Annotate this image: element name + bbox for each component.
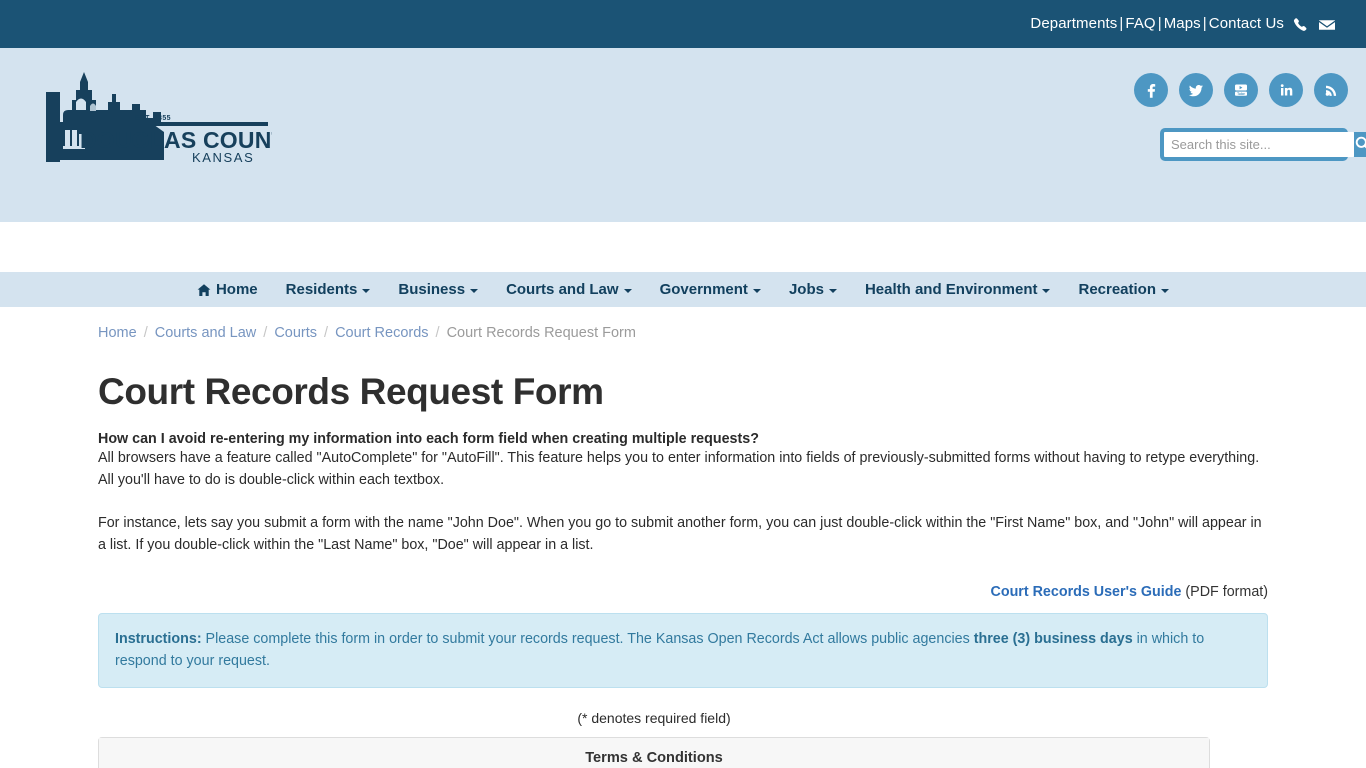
top-link-departments[interactable]: Departments <box>1030 15 1117 32</box>
chevron-down-icon <box>752 288 761 293</box>
phone-icon[interactable] <box>1293 17 1309 33</box>
users-guide-line: Court Records User's Guide (PDF format) <box>98 584 1268 600</box>
nav-item-label: Recreation <box>1078 281 1157 298</box>
top-link-faq[interactable]: FAQ <box>1125 15 1155 32</box>
nav-item-courts-and-law[interactable]: Courts and Law <box>492 281 646 298</box>
breadcrumb-item-courts-and-law[interactable]: Courts and Law <box>155 325 257 341</box>
search-button[interactable] <box>1354 132 1366 157</box>
nav-item-label: Jobs <box>788 281 824 298</box>
social-links: Tube <box>1134 73 1348 107</box>
site-logo[interactable]: EST. 1855 DOUGLAS COUNTY KANSAS <box>22 60 272 168</box>
youtube-icon[interactable]: Tube <box>1224 73 1258 107</box>
breadcrumb-item-court-records[interactable]: Court Records <box>335 325 428 341</box>
instructions-emphasis: three (3) business days <box>973 631 1133 647</box>
terms-and-conditions-panel: Terms & Conditions Appointed attorneys w… <box>98 737 1210 768</box>
nav-item-health-and-environment[interactable]: Health and Environment <box>851 281 1065 298</box>
instructions-alert: Instructions: Please complete this form … <box>98 613 1268 688</box>
breadcrumb-item-current: Court Records Request Form <box>446 325 636 341</box>
nav-item-recreation[interactable]: Recreation <box>1064 281 1183 298</box>
chevron-down-icon <box>362 288 371 293</box>
autocomplete-paragraph-1: All browsers have a feature called "Auto… <box>98 450 1260 488</box>
page-content: Home / Courts and Law / Courts / Court Records… <box>0 307 1366 768</box>
breadcrumb-item-courts[interactable]: Courts <box>274 325 317 341</box>
nav-item-home[interactable]: Home <box>183 281 272 298</box>
rss-icon[interactable] <box>1314 73 1348 107</box>
twitter-icon[interactable] <box>1179 73 1213 107</box>
facebook-icon[interactable] <box>1134 73 1168 107</box>
site-header: EST. 1855 DOUGLAS COUNTY KANSAS Tube <box>0 48 1366 222</box>
chevron-down-icon <box>1042 288 1051 293</box>
county-logo-graphic: EST. 1855 DOUGLAS COUNTY KANSAS <box>46 72 272 165</box>
page-title: Court Records Request Form <box>98 371 604 412</box>
nav-item-label: Courts and Law <box>506 281 619 298</box>
breadcrumb-separator: / <box>143 325 148 341</box>
search-icon <box>1354 135 1366 155</box>
logo-established-text: EST. 1855 <box>135 115 171 122</box>
pdf-format-note: (PDF format) <box>1181 584 1268 600</box>
breadcrumb: Home / Courts and Law / Courts / Court Records… <box>98 307 1268 341</box>
header-nav-spacer <box>0 222 1366 272</box>
instructions-text-before: Please complete this form in order to su… <box>201 631 974 647</box>
autocomplete-question: How can I avoid re-entering my informati… <box>98 431 759 447</box>
envelope-icon[interactable] <box>1318 18 1336 32</box>
top-utility-bar: Departments | FAQ | Maps | Contact Us <box>0 0 1366 48</box>
nav-item-jobs[interactable]: Jobs <box>775 281 851 298</box>
breadcrumb-separator: / <box>435 325 440 341</box>
nav-item-label: Residents <box>285 281 358 298</box>
top-link-separator-3: | <box>1202 15 1207 33</box>
breadcrumb-item-home[interactable]: Home <box>98 325 137 341</box>
terms-panel-heading: Terms & Conditions <box>99 738 1209 768</box>
main-navigation: Home Residents Business Courts and Law G… <box>0 272 1366 307</box>
chevron-down-icon <box>623 288 632 293</box>
search-input[interactable] <box>1164 132 1354 157</box>
required-field-note: (* denotes required field) <box>577 710 731 726</box>
nav-item-business[interactable]: Business <box>384 281 492 298</box>
top-link-maps[interactable]: Maps <box>1164 15 1201 32</box>
autocomplete-paragraph-2: For instance, lets say you submit a form… <box>98 515 1262 553</box>
nav-item-label: Government <box>659 281 748 298</box>
nav-item-label: Business <box>398 281 466 298</box>
instructions-label: Instructions: <box>115 631 202 647</box>
top-link-separator-2: | <box>1157 15 1162 33</box>
nav-item-residents[interactable]: Residents <box>272 281 385 298</box>
chevron-down-icon <box>828 288 837 293</box>
breadcrumb-separator: / <box>263 325 268 341</box>
breadcrumb-separator: / <box>324 325 329 341</box>
svg-text:Tube: Tube <box>1237 92 1245 96</box>
top-utility-links: Departments | FAQ | Maps | Contact Us <box>1030 15 1336 32</box>
nav-item-government[interactable]: Government <box>646 281 775 298</box>
chevron-down-icon <box>1161 288 1170 293</box>
chevron-down-icon <box>470 288 479 293</box>
logo-state-text: KANSAS <box>192 150 254 165</box>
linkedin-icon[interactable] <box>1269 73 1303 107</box>
top-link-contact-us[interactable]: Contact Us <box>1209 15 1284 32</box>
site-search <box>1160 128 1366 161</box>
home-icon <box>197 283 211 297</box>
court-records-users-guide-link[interactable]: Court Records User's Guide <box>991 584 1182 600</box>
nav-item-label: Health and Environment <box>864 281 1038 298</box>
nav-item-label: Home <box>215 281 258 298</box>
